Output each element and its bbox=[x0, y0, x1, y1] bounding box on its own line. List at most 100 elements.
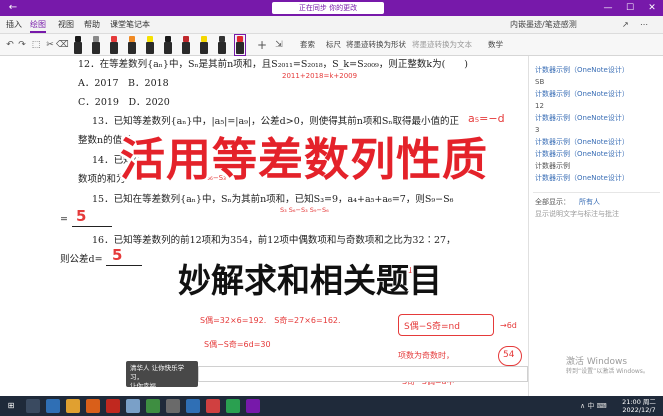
pen-black-2[interactable] bbox=[164, 36, 172, 54]
tab-insert[interactable]: 插入 bbox=[6, 20, 22, 30]
panel-item[interactable]: 计数器示例（OneNote设计） bbox=[535, 138, 629, 147]
ruler-button[interactable]: 标尺 bbox=[326, 38, 341, 52]
tab-class-notebook[interactable]: 课堂笔记本 bbox=[110, 20, 150, 30]
file-explorer-icon[interactable] bbox=[66, 399, 80, 413]
ink-q13-note: a₅=−d bbox=[468, 112, 505, 125]
ink-box-formula-text: S偶−S奇=nd bbox=[404, 322, 460, 332]
app-icon-red[interactable] bbox=[106, 399, 120, 413]
ink-q12-note: 2011+2018=k+2009 bbox=[282, 72, 358, 80]
caption-line-2: 让你幸福 bbox=[130, 382, 156, 390]
ink-q16-answer: 5 bbox=[112, 246, 123, 264]
question-12-options-ab: A．2017 B．2018 bbox=[78, 78, 169, 89]
ink-q15-answer: 5 bbox=[76, 207, 87, 225]
edge-icon[interactable] bbox=[46, 399, 60, 413]
note-page[interactable]: 12．在等差数列{aₙ}中，Sₙ是其前n项和，且S₂₀₁₁=S₂₀₁₈，S_k=… bbox=[0, 56, 528, 396]
ink-to-text-button[interactable]: 将墨迹转换为文本 bbox=[412, 38, 472, 52]
marker-yellow[interactable] bbox=[200, 36, 208, 54]
onenote-icon[interactable] bbox=[246, 399, 260, 413]
pen-dark[interactable] bbox=[218, 36, 226, 54]
message-input-bar[interactable] bbox=[198, 366, 528, 382]
activate-windows-watermark: 激活 Windows 转到“设置”以激活 Windows。 bbox=[566, 356, 649, 376]
answer-line-16 bbox=[106, 265, 142, 266]
panel-item: SB bbox=[535, 78, 545, 86]
lasso-select-icon[interactable]: ⇲ bbox=[274, 37, 284, 53]
activate-sub: 转到“设置”以激活 Windows。 bbox=[566, 368, 649, 375]
clock-date: 2022/12/7 bbox=[622, 406, 656, 414]
panel-item[interactable]: 计数器示例（OneNote设计） bbox=[535, 90, 629, 99]
question-13: 13．已知等差数列{aₙ}中，|a₅|=|a₉|，公差d>0，则使得其前n项和S… bbox=[92, 116, 459, 127]
side-panel: 计数器示例（OneNote设计） SB 计数器示例（OneNote设计） 12 … bbox=[528, 56, 663, 396]
question-16-cont: 则公差d= bbox=[60, 254, 103, 265]
video-title-overlay: 活用等差数列性质 bbox=[120, 133, 489, 186]
title-bar: ← Haotian 正在同步 你的更改 — ☐ ✕ bbox=[0, 0, 663, 16]
eraser-icon[interactable]: ⌫ bbox=[56, 37, 69, 53]
ribbon-tabs: 插入 绘图 视图 帮助 课堂笔记本 内嵌墨迹/笔迹感测 ↗ ⋯ bbox=[0, 16, 663, 34]
panel-divider bbox=[533, 192, 660, 193]
add-pen-icon[interactable]: + bbox=[256, 37, 268, 53]
panel-item[interactable]: 计数器示例（OneNote设计） bbox=[535, 66, 629, 75]
panel-filter-hint: 显示说明文字与标注与批注 bbox=[535, 210, 619, 218]
pen-orange[interactable] bbox=[128, 36, 136, 54]
question-14-cont: 数项的和为 bbox=[78, 174, 126, 185]
firefox-icon[interactable] bbox=[86, 399, 100, 413]
pen-black[interactable] bbox=[74, 36, 82, 54]
app-icon-green-2[interactable] bbox=[226, 399, 240, 413]
pen-dark-red[interactable] bbox=[182, 36, 190, 54]
panel-item: 12 bbox=[535, 102, 544, 110]
ink-to-shape-button[interactable]: 将墨迹转换为形状 bbox=[346, 38, 406, 52]
close-button[interactable]: ✕ bbox=[641, 0, 663, 16]
tab-view[interactable]: 视图 bbox=[58, 20, 74, 30]
tab-help[interactable]: 帮助 bbox=[84, 20, 100, 30]
select-icon[interactable]: ⬚ bbox=[30, 37, 42, 53]
panel-item[interactable]: 计数器示例（OneNote设计） bbox=[535, 150, 629, 159]
question-12-options-cd: C．2019 D．2020 bbox=[78, 97, 170, 108]
app-icon-blue-2[interactable] bbox=[186, 399, 200, 413]
app-icon-green[interactable] bbox=[146, 399, 160, 413]
pen-red-selected[interactable] bbox=[234, 34, 246, 56]
lasso-button[interactable]: 套索 bbox=[300, 38, 315, 52]
ink-box-arrow: →6d bbox=[500, 321, 517, 330]
caption-line-1: 清华人 让你快乐学习， bbox=[130, 364, 185, 381]
caption-box: 清华人 让你快乐学习， 让你幸福 bbox=[126, 361, 198, 390]
activate-title: 激活 Windows bbox=[566, 357, 628, 367]
drawing-toolbar: ↶ ↷ ⬚ ✂ ⌫ + ⇲ 套索 标尺 将墨迹转换为形状 将墨迹转换为文本 数学 bbox=[0, 34, 663, 56]
tab-draw[interactable]: 绘图 bbox=[30, 20, 46, 33]
panel-filter-select[interactable]: 所有人 bbox=[579, 198, 600, 207]
undo-icon[interactable]: ↶ bbox=[4, 37, 16, 53]
start-icon[interactable]: ⊞ bbox=[4, 399, 18, 413]
share-icon[interactable]: ↗ bbox=[622, 20, 629, 30]
question-15: 15．已知在等差数列{aₙ}中，Sₙ为其前n项和，已知S₃=9，a₄+a₅+a₆… bbox=[92, 194, 454, 205]
panel-item: 计数器示例 bbox=[535, 162, 570, 170]
question-16: 16．已知等差数列的前12项和为354，前12项中偶数项和与奇数项和之比为32∶… bbox=[92, 235, 456, 246]
ink-calc-2: S偶−S奇=6d=30 bbox=[204, 340, 271, 349]
sync-status-badge: 正在同步 你的更改 bbox=[272, 2, 384, 14]
math-button[interactable]: 数学 bbox=[488, 38, 503, 52]
search-ink-label[interactable]: 内嵌墨迹/笔迹感测 bbox=[510, 20, 577, 30]
app-icon-gray[interactable] bbox=[166, 399, 180, 413]
clock-time: 21:00 周二 bbox=[622, 398, 656, 406]
question-15-cont: = bbox=[60, 214, 68, 225]
app-icon-red-2[interactable] bbox=[206, 399, 220, 413]
video-subtitle-overlay: 妙解求和相关题目 bbox=[178, 261, 442, 300]
app-icon-blue[interactable] bbox=[126, 399, 140, 413]
clock[interactable]: 21:00 周二 2022/12/7 bbox=[617, 398, 661, 414]
restore-button[interactable]: ☐ bbox=[619, 0, 641, 16]
highlighter-yellow[interactable] bbox=[146, 36, 154, 54]
lasso-icon[interactable]: ✂ bbox=[44, 37, 56, 53]
more-options-icon[interactable]: ⋯ bbox=[640, 20, 648, 30]
ink-odd-note: 项数为奇数时， bbox=[398, 351, 454, 360]
pen-red[interactable] bbox=[110, 36, 118, 54]
panel-item: 3 bbox=[535, 126, 540, 134]
ink-calc-1: S偶=32×6=192. S奇=27×6=162. bbox=[200, 316, 341, 325]
pen-gray[interactable] bbox=[92, 36, 100, 54]
minimize-button[interactable]: — bbox=[597, 0, 619, 16]
redo-icon[interactable]: ↷ bbox=[16, 37, 28, 53]
panel-item[interactable]: 计数器示例（OneNote设计） bbox=[535, 114, 629, 123]
search-icon[interactable] bbox=[26, 399, 40, 413]
ink-circle-text: 54 bbox=[503, 350, 515, 360]
ink-q15-marks: S₃ S₆−S₃ S₉−S₆ bbox=[280, 206, 329, 214]
taskbar: ⊞ ∧ 中 ⌨ 21:00 周二 2022/12/7 bbox=[0, 396, 663, 416]
panel-filter-label: 全部显示： bbox=[535, 198, 570, 206]
system-tray[interactable]: ∧ 中 ⌨ bbox=[580, 401, 607, 411]
panel-item[interactable]: 计数器示例（OneNote设计） bbox=[535, 174, 629, 183]
